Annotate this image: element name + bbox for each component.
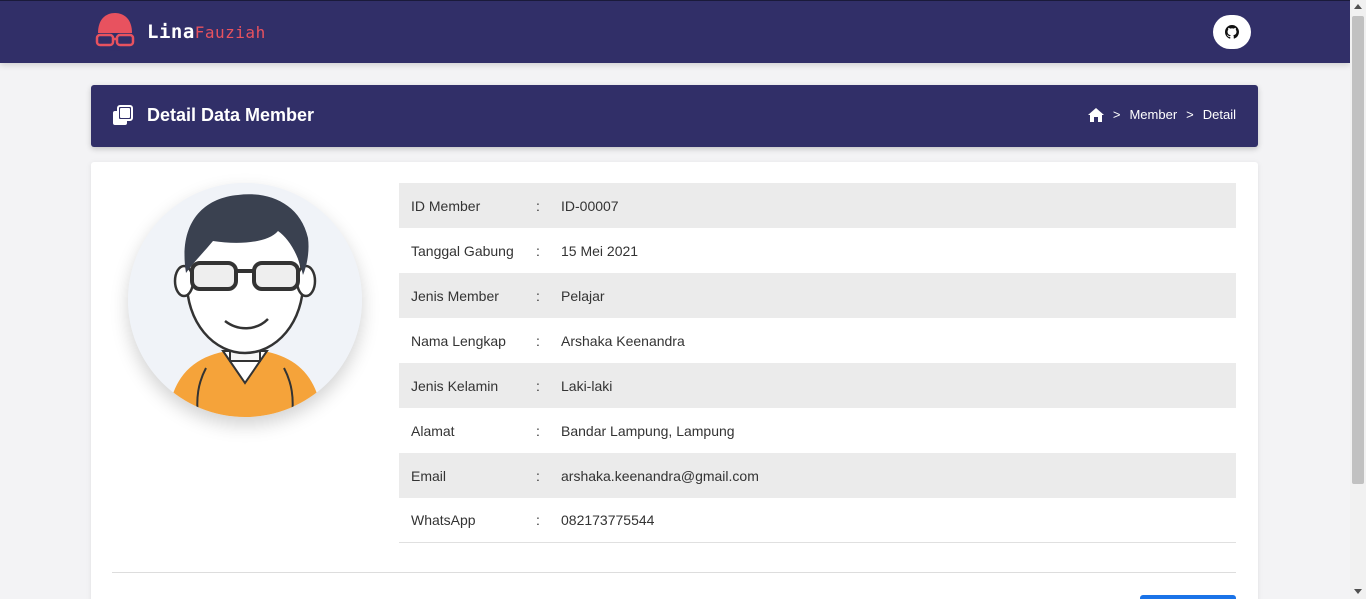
table-row: WhatsApp : 082173775544 <box>399 498 1236 543</box>
field-value: 082173775544 <box>561 512 655 528</box>
breadcrumb-detail: Detail <box>1202 107 1236 122</box>
page-header: Detail Data Member > Member > Detail <box>91 85 1258 147</box>
table-row: Alamat : Bandar Lampung, Lampung <box>399 408 1236 453</box>
field-label: ID Member <box>411 197 481 214</box>
home-icon[interactable] <box>1087 107 1104 122</box>
page-title: Detail Data Member <box>147 105 315 125</box>
field-colon: : <box>536 332 540 349</box>
field-value: ID-00007 <box>561 197 619 214</box>
field-value: arshaka.keenandra@gmail.com <box>561 467 759 484</box>
action-button[interactable] <box>1140 595 1236 599</box>
vertical-scrollbar[interactable] <box>1350 0 1366 599</box>
member-detail-table: ID Member : ID-00007 Tanggal Gabung : 15… <box>399 183 1236 543</box>
scroll-down-arrow-icon[interactable] <box>1354 589 1362 594</box>
brand-accent: Fauziah <box>194 23 266 42</box>
member-avatar <box>128 183 362 417</box>
field-value: Arshaka Keenandra <box>561 332 685 349</box>
member-detail-card: ID Member : ID-00007 Tanggal Gabung : 15… <box>91 162 1258 599</box>
user-avatar-illustration <box>128 183 362 417</box>
field-colon: : <box>536 287 540 304</box>
field-value: Laki-laki <box>561 377 613 394</box>
field-value: Pelajar <box>561 287 605 304</box>
field-label: Jenis Member <box>411 287 499 304</box>
field-label: Alamat <box>411 422 455 439</box>
nerd-face-icon[interactable] <box>94 11 136 53</box>
breadcrumb: > Member > Detail <box>1087 107 1236 122</box>
table-row: Jenis Kelamin : Laki-laki <box>399 363 1236 408</box>
field-label: Jenis Kelamin <box>411 377 499 394</box>
field-value: 15 Mei 2021 <box>561 242 639 259</box>
scroll-up-arrow-icon[interactable] <box>1354 4 1362 9</box>
scrollbar-thumb[interactable] <box>1352 16 1364 484</box>
brand-main: Lina <box>147 21 195 43</box>
field-colon: : <box>536 242 540 259</box>
breadcrumb-separator: > <box>1112 107 1121 122</box>
table-row: ID Member : ID-00007 <box>399 183 1236 228</box>
breadcrumb-separator: > <box>1186 107 1194 122</box>
brand-name[interactable]: LinaFauziah <box>147 21 266 43</box>
field-value: Bandar Lampung, Lampung <box>561 422 735 439</box>
table-row: Nama Lengkap : Arshaka Keenandra <box>399 318 1236 363</box>
table-row: Tanggal Gabung : 15 Mei 2021 <box>399 228 1236 273</box>
field-colon: : <box>536 197 540 214</box>
field-label: WhatsApp <box>411 512 476 528</box>
field-colon: : <box>536 422 540 439</box>
table-row: Email : arshaka.keenandra@gmail.com <box>399 453 1236 498</box>
github-icon <box>1225 25 1239 39</box>
field-label: Nama Lengkap <box>411 332 506 349</box>
top-navbar: LinaFauziah <box>0 0 1350 63</box>
field-colon: : <box>536 467 540 484</box>
github-button[interactable] <box>1213 15 1251 49</box>
breadcrumb-member[interactable]: Member <box>1129 107 1177 122</box>
copy-icon <box>113 105 133 125</box>
field-label: Tanggal Gabung <box>411 242 514 259</box>
table-row: Jenis Member : Pelajar <box>399 273 1236 318</box>
card-divider <box>112 572 1236 573</box>
field-label: Email <box>411 467 447 484</box>
field-colon: : <box>536 377 540 394</box>
field-colon: : <box>536 512 540 528</box>
